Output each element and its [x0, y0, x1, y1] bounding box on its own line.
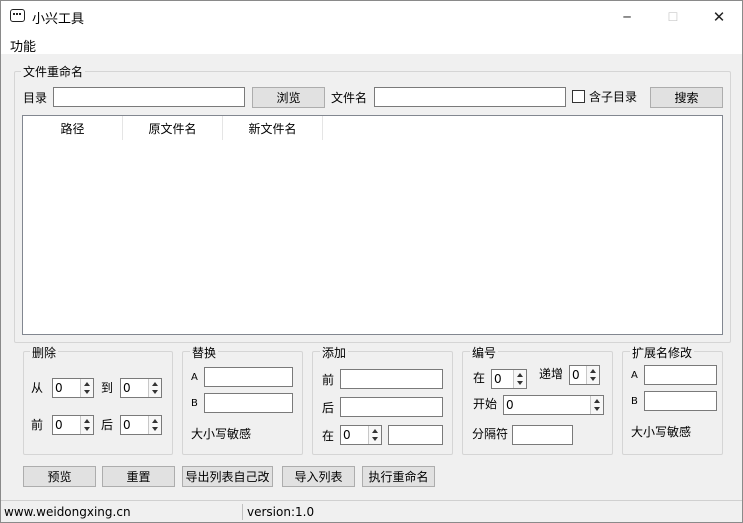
number-group-title: 编号	[470, 344, 499, 361]
spin-up-icon	[152, 419, 158, 423]
spin-up-icon	[594, 399, 600, 403]
replace-case-sensitive-label: 大小写敏感	[191, 427, 252, 441]
delete-to-label: 到	[101, 381, 114, 395]
import-list-button[interactable]: 导入列表	[282, 466, 355, 487]
spin-up-icon	[590, 369, 596, 373]
spin-down-icon	[372, 437, 378, 441]
delete-from-label: 从	[31, 381, 44, 395]
rename-group-title: 文件重命名	[21, 63, 86, 80]
spin-down-icon	[594, 407, 600, 411]
filename-input[interactable]	[374, 87, 566, 107]
spin-down-icon	[152, 390, 158, 394]
status-bar: www.weidongxing.cn version:1.0	[1, 500, 742, 522]
window-title: 小兴工具	[32, 12, 85, 27]
directory-input[interactable]	[53, 87, 245, 107]
delete-group	[23, 351, 173, 455]
spin-up-icon	[372, 429, 378, 433]
number-separator-input[interactable]	[512, 425, 573, 445]
add-back-label: 后	[322, 401, 335, 415]
replace-a-input[interactable]	[204, 367, 293, 387]
extension-a-label: A	[631, 370, 638, 381]
column-header-original-name[interactable]: 原文件名	[123, 116, 223, 140]
number-start-label: 开始	[473, 397, 498, 411]
add-at-text-input[interactable]	[388, 425, 443, 445]
export-list-button[interactable]: 导出列表自己改	[182, 466, 273, 487]
menu-bar: 功能	[1, 32, 742, 55]
status-website: www.weidongxing.cn	[4, 505, 131, 519]
delete-group-title: 删除	[30, 344, 59, 361]
spin-up-icon	[84, 419, 90, 423]
replace-a-label: A	[191, 372, 198, 383]
number-at-label: 在	[473, 371, 486, 385]
spin-down-icon	[590, 377, 596, 381]
delete-to-stepper[interactable]: 0	[120, 378, 162, 398]
delete-from-stepper[interactable]: 0	[52, 378, 94, 398]
reset-button[interactable]: 重置	[102, 466, 175, 487]
close-button[interactable]: ✕	[696, 1, 742, 32]
status-version: version:1.0	[247, 505, 315, 519]
number-separator-label: 分隔符	[472, 427, 509, 441]
column-header-new-name[interactable]: 新文件名	[223, 116, 323, 140]
replace-group-title: 替换	[190, 344, 219, 361]
preview-button[interactable]: 预览	[23, 466, 96, 487]
filename-label: 文件名	[331, 91, 368, 105]
add-front-input[interactable]	[340, 369, 443, 389]
close-icon: ✕	[712, 7, 726, 26]
minimize-icon: ─	[623, 9, 631, 24]
extension-a-input[interactable]	[644, 365, 717, 385]
subdir-checkbox[interactable]	[572, 90, 585, 103]
delete-front-stepper[interactable]: 0	[52, 415, 94, 435]
execute-rename-button[interactable]: 执行重命名	[362, 466, 435, 487]
number-step-stepper[interactable]: 0	[569, 365, 600, 385]
minimize-button[interactable]: ─	[604, 1, 650, 32]
spin-up-icon	[152, 382, 158, 386]
number-at-stepper[interactable]: 0	[491, 369, 527, 389]
add-back-input[interactable]	[340, 397, 443, 417]
spin-up-icon	[84, 382, 90, 386]
number-step-label: 递增	[539, 367, 564, 381]
app-icon	[10, 9, 25, 22]
spin-down-icon	[84, 427, 90, 431]
replace-b-input[interactable]	[204, 393, 293, 413]
column-header-path[interactable]: 路径	[23, 116, 123, 140]
spin-down-icon	[84, 390, 90, 394]
title-bar: 小兴工具 ─ ☐ ✕	[1, 1, 742, 32]
delete-back-stepper[interactable]: 0	[120, 415, 162, 435]
extension-group-title: 扩展名修改	[630, 344, 695, 361]
add-front-label: 前	[322, 373, 335, 387]
subdir-label: 含子目录	[589, 90, 638, 104]
add-at-label: 在	[322, 429, 335, 443]
menu-item-function[interactable]: 功能	[10, 36, 36, 55]
browse-button[interactable]: 浏览	[252, 87, 325, 108]
number-start-stepper[interactable]: 0	[503, 395, 604, 415]
spin-down-icon	[517, 381, 523, 385]
extension-case-sensitive-label: 大小写敏感	[631, 425, 692, 439]
spin-down-icon	[152, 427, 158, 431]
maximize-icon: ☐	[667, 9, 679, 24]
extension-b-label: B	[631, 396, 638, 407]
spin-up-icon	[517, 373, 523, 377]
delete-back-label: 后	[101, 418, 114, 432]
status-separator	[242, 504, 243, 520]
add-group-title: 添加	[320, 344, 349, 361]
replace-b-label: B	[191, 398, 198, 409]
add-at-stepper[interactable]: 0	[340, 425, 382, 445]
maximize-button[interactable]: ☐	[650, 1, 696, 32]
file-list[interactable]: 路径 原文件名 新文件名	[22, 115, 723, 335]
delete-front-label: 前	[31, 418, 44, 432]
search-button[interactable]: 搜索	[650, 87, 723, 108]
app-window: 小兴工具 ─ ☐ ✕ 功能 文件重命名 目录 浏览 文件名 含子目录 搜索 路径…	[0, 0, 743, 523]
directory-label: 目录	[23, 91, 48, 105]
extension-b-input[interactable]	[644, 391, 717, 411]
